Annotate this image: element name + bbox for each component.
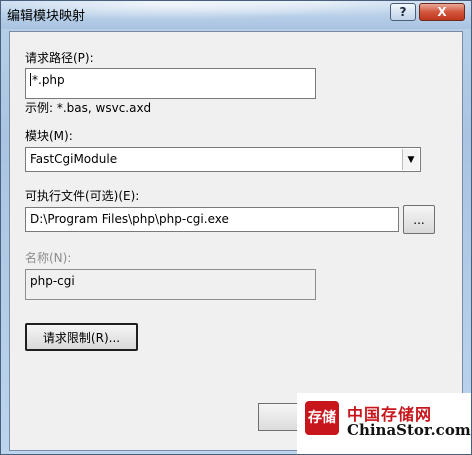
request-path-label: 请求路径(P): — [25, 51, 94, 65]
text-caret — [30, 73, 31, 86]
executable-input[interactable]: D:\Program Files\php\php-cgi.exe — [25, 207, 399, 232]
help-button[interactable]: ? — [390, 3, 416, 21]
name-label: 名称(N): — [25, 251, 72, 265]
request-path-input[interactable]: *.php — [25, 68, 316, 99]
close-button[interactable]: X — [419, 3, 465, 21]
executable-label: 可执行文件(可选)(E): — [25, 189, 140, 203]
dialog-window: 编辑模块映射 ? X 请求路径(P): *.php 示例: *.bas, wsv… — [0, 0, 472, 455]
executable-value: D:\Program Files\php\php-cgi.exe — [30, 212, 229, 226]
browse-button[interactable]: ... — [403, 205, 435, 234]
watermark-logo: 存储 中国存储网 ChinaStor.com — [297, 393, 471, 454]
example-hint: 示例: *.bas, wsvc.axd — [25, 101, 152, 115]
window-title: 编辑模块映射 — [7, 9, 86, 24]
name-value: php-cgi — [30, 274, 75, 288]
module-label: 模块(M): — [25, 129, 73, 143]
request-restrictions-label: 请求限制(R)... — [42, 330, 121, 345]
dropdown-arrow-icon[interactable]: ▼ — [402, 149, 419, 170]
request-path-value: *.php — [32, 73, 65, 87]
request-restrictions-button[interactable]: 请求限制(R)... — [25, 323, 138, 351]
module-value: FastCgiModule — [30, 152, 118, 166]
help-icon: ? — [399, 5, 407, 19]
watermark-seal: 存储 — [305, 401, 339, 435]
browse-label: ... — [413, 212, 425, 227]
dialog-body: 请求路径(P): *.php 示例: *.bas, wsvc.axd 模块(M)… — [9, 31, 463, 451]
watermark-en-text: ChinaStor.com — [347, 421, 471, 439]
title-bar[interactable]: 编辑模块映射 ? X — [1, 1, 471, 29]
ok-button[interactable] — [258, 403, 298, 431]
name-field[interactable]: php-cgi — [25, 269, 316, 300]
module-select[interactable]: FastCgiModule ▼ — [25, 147, 421, 172]
close-icon: X — [437, 5, 447, 19]
